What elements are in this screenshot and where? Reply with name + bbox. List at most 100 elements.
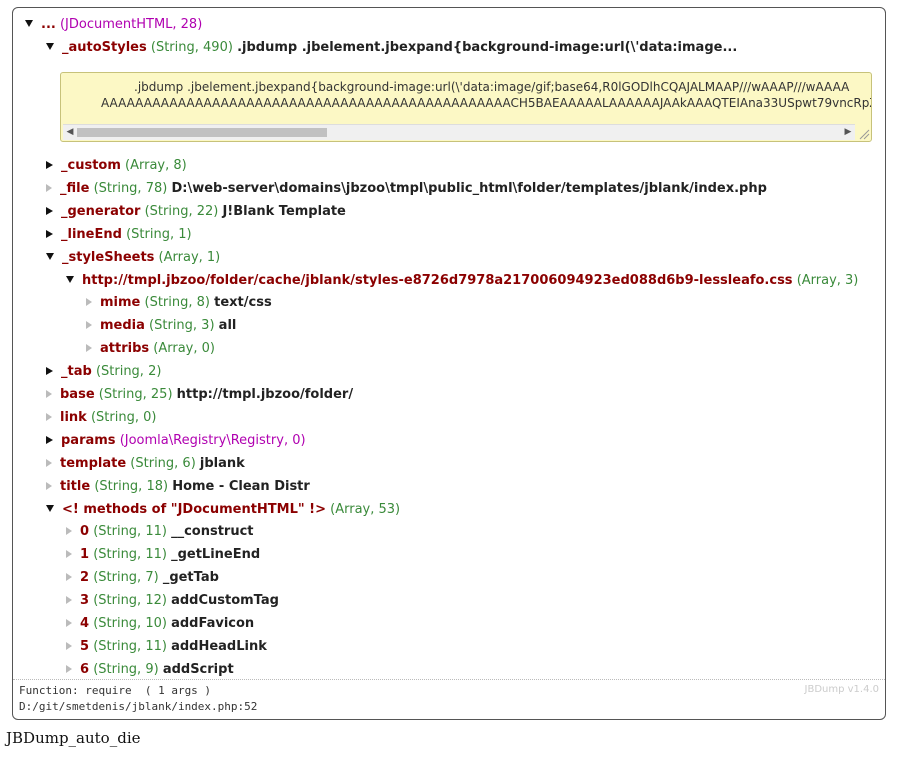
tree-row[interactable]: 5 (String, 11) addHeadLink	[66, 636, 267, 658]
expand-down-icon[interactable]	[25, 20, 33, 27]
row-type: (String, 18)	[94, 479, 169, 494]
scrollbar-thumb[interactable]	[77, 128, 327, 137]
row-key: media	[100, 318, 145, 333]
leaf-arrow-icon	[86, 320, 92, 329]
leaf-arrow-icon	[66, 641, 72, 650]
tree-row[interactable]: 2 (String, 7) _getTab	[66, 567, 219, 589]
resize-grip-icon[interactable]	[856, 125, 870, 140]
version-label: JBDump v1.4.0	[804, 684, 879, 695]
row-type: (String, 22)	[144, 204, 219, 219]
row-type: (Array, 3)	[796, 273, 859, 288]
leaf-arrow-icon	[46, 389, 52, 398]
tree-row[interactable]: 3 (String, 12) addCustomTag	[66, 590, 279, 612]
row-type: (Array, 0)	[153, 341, 215, 356]
tree-row[interactable]: media (String, 3) all	[86, 315, 236, 337]
row-key: <! methods of "JDocumentHTML" !>	[62, 502, 327, 517]
tree-row[interactable]: _tab (String, 2)	[46, 361, 161, 383]
row-type: (String, 78)	[93, 181, 168, 196]
leaf-arrow-icon	[66, 526, 72, 535]
expand-down-icon[interactable]	[46, 43, 54, 50]
expand-down-icon[interactable]	[46, 505, 54, 512]
row-key: _tab	[61, 364, 92, 379]
leaf-arrow-icon	[66, 572, 72, 581]
row-key: _file	[60, 181, 90, 196]
row-key: 6	[80, 662, 90, 677]
tree-row[interactable]: title (String, 18) Home - Clean Distr	[46, 476, 310, 498]
expand-right-icon[interactable]	[46, 160, 53, 169]
row-value: _getLineEnd	[171, 547, 261, 562]
tree-row[interactable]: _file (String, 78) D:\web-server\domains…	[46, 178, 767, 200]
expand-down-icon[interactable]	[66, 276, 74, 283]
row-key: 4	[80, 616, 90, 631]
leaf-arrow-icon	[46, 183, 52, 192]
tree-row[interactable]: link (String, 0)	[46, 407, 156, 429]
auto-die-text: JBDump_auto_die	[6, 729, 141, 747]
row-value: addCustomTag	[171, 593, 279, 608]
tree-row[interactable]: 4 (String, 10) addFavicon	[66, 613, 254, 635]
leaf-arrow-icon	[86, 343, 92, 352]
tree-row[interactable]: 0 (String, 11) __construct	[66, 521, 254, 543]
row-key: 0	[80, 524, 90, 539]
tree-row[interactable]: mime (String, 8) text/css	[86, 292, 272, 314]
tree-row[interactable]: 1 (String, 11) _getLineEnd	[66, 544, 260, 566]
tree-row[interactable]: base (String, 25) http://tmpl.jbzoo/fold…	[46, 384, 353, 406]
tree-row[interactable]: 6 (String, 9) addScript	[66, 659, 234, 681]
autostyles-code-textarea[interactable]: .jbdump .jbelement.jbexpand{background-i…	[60, 72, 872, 142]
tree-row[interactable]: _lineEnd (String, 1)	[46, 224, 192, 246]
row-value: http://tmpl.jbzoo/folder/	[176, 387, 354, 402]
expand-right-icon[interactable]	[46, 366, 53, 375]
row-value: Home - Clean Distr	[172, 479, 310, 494]
expand-right-icon[interactable]	[46, 435, 53, 444]
tree-row[interactable]: params (Joomla\Registry\Registry, 0)	[46, 430, 306, 452]
leaf-arrow-icon	[46, 458, 52, 467]
row-value: addFavicon	[171, 616, 255, 631]
scroll-left-icon[interactable]: ◀	[63, 125, 77, 140]
row-type: (String, 1)	[126, 227, 192, 242]
tree-row[interactable]: <! methods of "JDocumentHTML" !> (Array,…	[46, 499, 400, 521]
row-key: base	[60, 387, 95, 402]
tree-row[interactable]: _generator (String, 22) J!Blank Template	[46, 201, 346, 223]
autostyles-type: (String, 490)	[150, 40, 233, 55]
autostyles-value: .jbdump .jbelement.jbexpand{background-i…	[237, 40, 738, 55]
code-line-1: .jbdump .jbelement.jbexpand{background-i…	[134, 80, 850, 94]
row-type: (String, 9)	[93, 662, 159, 677]
row-key: params	[61, 433, 116, 448]
tree-row[interactable]: _styleSheets (Array, 1)	[46, 247, 220, 269]
autostyles-key: _autoStyles	[62, 40, 147, 55]
tree-row[interactable]: http://tmpl.jbzoo/folder/cache/jblank/st…	[66, 270, 858, 292]
tree-row[interactable]: attribs (Array, 0)	[86, 338, 215, 360]
row-value: __construct	[171, 524, 254, 539]
expand-right-icon[interactable]	[46, 229, 53, 238]
row-type: (String, 0)	[90, 410, 157, 425]
row-key: _styleSheets	[62, 250, 155, 265]
row-key: _generator	[61, 204, 141, 219]
scroll-right-icon[interactable]: ▶	[841, 125, 855, 140]
expand-right-icon[interactable]	[46, 206, 53, 215]
row-key: mime	[100, 295, 141, 310]
row-key: link	[60, 410, 87, 425]
row-type: (String, 10)	[93, 616, 167, 631]
horizontal-scrollbar[interactable]: ◀ ▶	[63, 124, 855, 140]
code-line-2: AAAAAAAAAAAAAAAAAAAAAAAAAAAAAAAAAAAAAAAA…	[101, 96, 872, 110]
leaf-arrow-icon	[86, 297, 92, 306]
root-type: (JDocumentHTML, 28)	[59, 17, 203, 32]
file-path: D:/git/smetdenis/jblank/index.php:52	[19, 700, 258, 713]
row-key: 2	[80, 570, 90, 585]
leaf-arrow-icon	[66, 595, 72, 604]
row-key: 5	[80, 639, 90, 654]
row-key: 3	[80, 593, 90, 608]
tree-row-autostyles[interactable]: _autoStyles (String, 490) .jbdump .jbele…	[46, 37, 737, 59]
row-key: title	[60, 479, 91, 494]
row-key: _lineEnd	[61, 227, 122, 242]
row-key: _custom	[61, 158, 121, 173]
row-value: all	[218, 318, 237, 333]
tree-row[interactable]: _custom (Array, 8)	[46, 155, 187, 177]
tree-row-root[interactable]: ... (JDocumentHTML, 28)	[25, 14, 202, 36]
row-type: (String, 11)	[93, 639, 167, 654]
jbdump-footer: Function: require ( 1 args ) D:/git/smet…	[13, 679, 885, 719]
row-type: (Joomla\Registry\Registry, 0)	[119, 433, 306, 448]
row-key: 1	[80, 547, 90, 562]
tree-row[interactable]: template (String, 6) jblank	[46, 453, 245, 475]
row-type: (String, 11)	[93, 524, 167, 539]
expand-down-icon[interactable]	[46, 253, 54, 260]
